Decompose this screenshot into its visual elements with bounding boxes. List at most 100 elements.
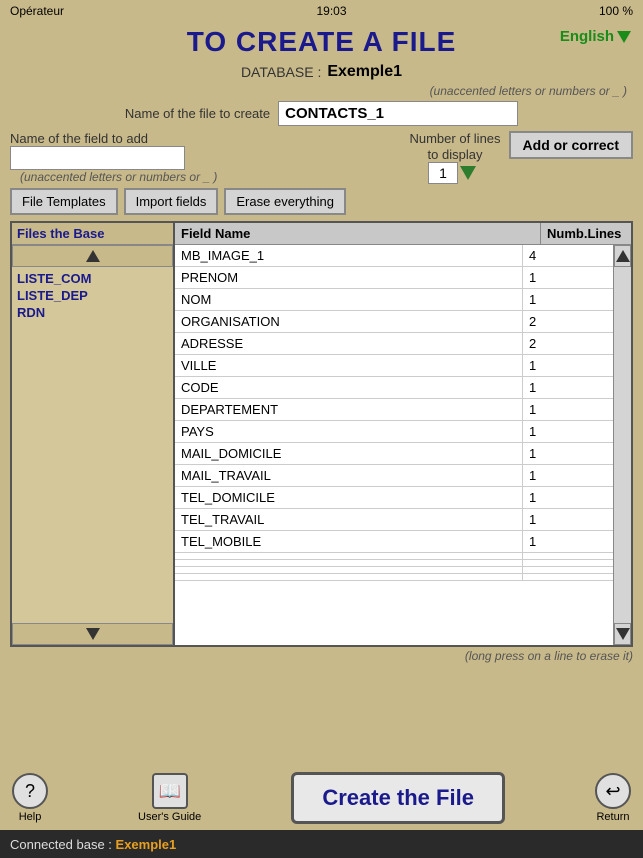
list-item[interactable]: LISTE_DEP bbox=[17, 287, 168, 304]
col-num-lines: Numb.Lines bbox=[541, 223, 631, 244]
table-row[interactable]: DEPARTEMENT1 bbox=[175, 399, 613, 421]
table-row[interactable]: PAYS1 bbox=[175, 421, 613, 443]
files-panel: Files the Base LISTE_COM LISTE_DEP RDN bbox=[10, 221, 175, 647]
field-name-cell: PAYS bbox=[175, 421, 523, 442]
table-row[interactable]: ORGANISATION2 bbox=[175, 311, 613, 333]
scroll-thumb-area bbox=[614, 267, 631, 623]
database-row: DATABASE : Exemple1 bbox=[0, 60, 643, 84]
page-title: TO CREATE A FILE bbox=[187, 26, 457, 57]
files-scroll-down-button[interactable] bbox=[12, 623, 173, 645]
fields-header: Field Name Numb.Lines bbox=[175, 223, 631, 245]
battery-label: 100 % bbox=[599, 4, 633, 18]
table-row[interactable] bbox=[175, 574, 613, 581]
files-scroll-up-button[interactable] bbox=[12, 245, 173, 267]
scroll-down-icon bbox=[86, 628, 100, 640]
list-item[interactable]: RDN bbox=[17, 304, 168, 321]
fields-scrollbar[interactable] bbox=[613, 245, 631, 645]
field-name-cell: TEL_TRAVAIL bbox=[175, 509, 523, 530]
num-lines-label: Number of linesto display bbox=[409, 131, 500, 162]
files-panel-header: Files the Base bbox=[12, 223, 173, 245]
field-name-cell bbox=[175, 574, 523, 580]
table-row[interactable]: MB_IMAGE_14 bbox=[175, 245, 613, 267]
field-lines-cell: 1 bbox=[523, 531, 613, 552]
num-lines-dropdown-icon[interactable] bbox=[460, 166, 476, 180]
field-lines-cell: 1 bbox=[523, 509, 613, 530]
field-name-cell: ADRESSE bbox=[175, 333, 523, 354]
fields-scroll-up-button[interactable] bbox=[614, 245, 631, 267]
help-label: Help bbox=[19, 811, 42, 823]
help-button[interactable]: ? Help bbox=[12, 773, 48, 823]
fields-scroll-down-button[interactable] bbox=[614, 623, 631, 645]
num-lines-control: 1 bbox=[428, 162, 476, 184]
toolbar-row: File Templates Import fields Erase every… bbox=[0, 184, 643, 219]
field-lines-cell: 1 bbox=[523, 377, 613, 398]
files-list: LISTE_COM LISTE_DEP RDN bbox=[12, 267, 173, 324]
table-row[interactable]: ADRESSE2 bbox=[175, 333, 613, 355]
field-name-cell: MB_IMAGE_1 bbox=[175, 245, 523, 266]
field-lines-cell bbox=[523, 574, 613, 580]
fields-panel: Field Name Numb.Lines MB_IMAGE_14PRENOM1… bbox=[175, 221, 633, 647]
file-name-label: Name of the file to create bbox=[125, 106, 270, 121]
table-row[interactable]: MAIL_TRAVAIL1 bbox=[175, 465, 613, 487]
status-bar: Opérateur 19:03 100 % bbox=[0, 0, 643, 22]
hint-unaccented-top: (unaccented letters or numbers or _ ) bbox=[0, 84, 643, 98]
create-file-button[interactable]: Create the File bbox=[291, 772, 505, 824]
language-dropdown-icon bbox=[617, 31, 631, 43]
add-correct-button[interactable]: Add or correct bbox=[509, 131, 633, 159]
field-add-input[interactable] bbox=[10, 146, 185, 170]
table-row[interactable]: NOM1 bbox=[175, 289, 613, 311]
field-lines-cell: 1 bbox=[523, 487, 613, 508]
field-hint: (unaccented letters or numbers or _ ) bbox=[10, 170, 401, 184]
field-lines-cell: 2 bbox=[523, 333, 613, 354]
connected-name: Exemple1 bbox=[116, 837, 177, 852]
field-name-cell bbox=[175, 553, 523, 559]
table-row[interactable] bbox=[175, 560, 613, 567]
fields-list: MB_IMAGE_14PRENOM1NOM1ORGANISATION2ADRES… bbox=[175, 245, 613, 645]
list-item[interactable]: LISTE_COM bbox=[17, 270, 168, 287]
table-row[interactable] bbox=[175, 567, 613, 574]
bottom-bar: ? Help 📖 User's Guide Create the File ↩ … bbox=[0, 766, 643, 830]
field-lines-cell: 4 bbox=[523, 245, 613, 266]
field-lines-cell: 1 bbox=[523, 399, 613, 420]
file-name-input[interactable] bbox=[278, 101, 518, 126]
field-name-cell: TEL_DOMICILE bbox=[175, 487, 523, 508]
field-name-cell: MAIL_DOMICILE bbox=[175, 443, 523, 464]
field-lines-cell bbox=[523, 560, 613, 566]
field-lines-cell bbox=[523, 553, 613, 559]
files-list-container: LISTE_COM LISTE_DEP RDN bbox=[12, 267, 173, 623]
time-label: 19:03 bbox=[316, 4, 346, 18]
table-row[interactable]: PRENOM1 bbox=[175, 267, 613, 289]
field-lines-cell: 1 bbox=[523, 355, 613, 376]
table-row[interactable]: TEL_MOBILE1 bbox=[175, 531, 613, 553]
num-lines-value[interactable]: 1 bbox=[428, 162, 458, 184]
connected-label: Connected base : bbox=[10, 837, 112, 852]
table-row[interactable]: VILLE1 bbox=[175, 355, 613, 377]
field-name-cell: CODE bbox=[175, 377, 523, 398]
field-add-label: Name of the field to add bbox=[10, 131, 401, 146]
table-row[interactable]: CODE1 bbox=[175, 377, 613, 399]
field-lines-cell: 2 bbox=[523, 311, 613, 332]
table-row[interactable] bbox=[175, 553, 613, 560]
connected-base-bar: Connected base : Exemple1 bbox=[0, 830, 643, 858]
field-name-cell bbox=[175, 560, 523, 566]
table-row[interactable]: TEL_TRAVAIL1 bbox=[175, 509, 613, 531]
guide-icon: 📖 bbox=[152, 773, 188, 809]
field-name-cell: PRENOM bbox=[175, 267, 523, 288]
table-row[interactable]: MAIL_DOMICILE1 bbox=[175, 443, 613, 465]
file-name-row: Name of the file to create bbox=[0, 98, 643, 129]
col-field-name: Field Name bbox=[175, 223, 541, 244]
file-templates-button[interactable]: File Templates bbox=[10, 188, 118, 215]
scroll-up-icon bbox=[86, 250, 100, 262]
erase-everything-button[interactable]: Erase everything bbox=[224, 188, 346, 215]
table-row[interactable]: TEL_DOMICILE1 bbox=[175, 487, 613, 509]
field-name-cell: TEL_MOBILE bbox=[175, 531, 523, 552]
fields-scroll-up-icon bbox=[616, 250, 630, 262]
operator-label: Opérateur bbox=[10, 4, 64, 18]
users-guide-button[interactable]: 📖 User's Guide bbox=[138, 773, 201, 823]
guide-label: User's Guide bbox=[138, 811, 201, 823]
language-button[interactable]: English bbox=[560, 28, 631, 45]
mid-section: Name of the field to add (unaccented let… bbox=[0, 131, 643, 184]
import-fields-button[interactable]: Import fields bbox=[124, 188, 219, 215]
return-button[interactable]: ↩ Return bbox=[595, 773, 631, 823]
field-name-cell bbox=[175, 567, 523, 573]
